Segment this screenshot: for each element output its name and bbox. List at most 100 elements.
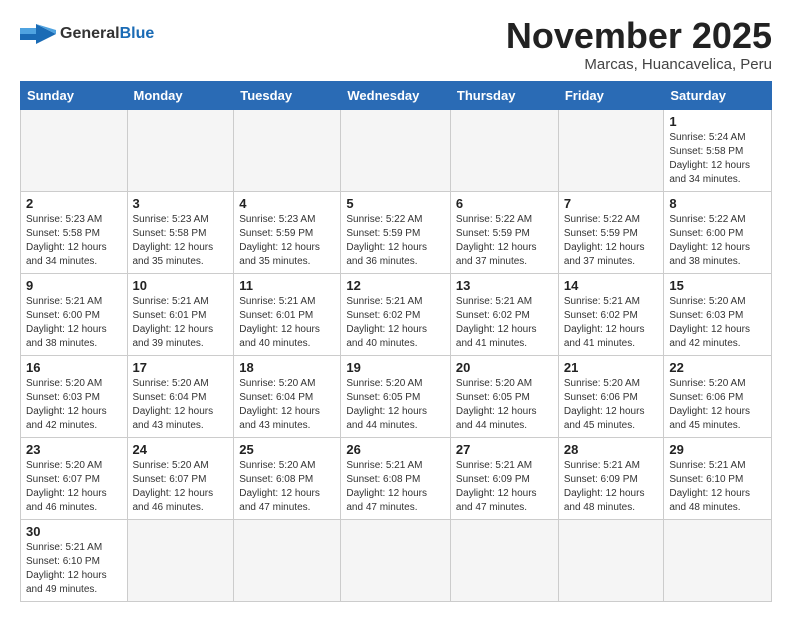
month-title: November 2025 [506, 16, 772, 56]
day-info: Sunrise: 5:21 AM Sunset: 6:10 PM Dayligh… [26, 541, 122, 597]
header: GeneralBlue November 2025 Marcas, Huanca… [20, 16, 772, 73]
col-thursday: Thursday [450, 81, 558, 109]
day-number: 3 [133, 196, 229, 211]
table-row: 17 Sunrise: 5:20 AM Sunset: 6:04 PM Dayli… [127, 355, 234, 437]
table-row [127, 109, 234, 191]
day-info: Sunrise: 5:20 AM Sunset: 6:05 PM Dayligh… [456, 377, 553, 433]
day-number: 4 [239, 196, 335, 211]
day-info: Sunrise: 5:20 AM Sunset: 6:07 PM Dayligh… [133, 459, 229, 515]
day-number: 2 [26, 196, 122, 211]
table-row: 11 Sunrise: 5:21 AM Sunset: 6:01 PM Dayli… [234, 273, 341, 355]
col-tuesday: Tuesday [234, 81, 341, 109]
table-row: 26 Sunrise: 5:21 AM Sunset: 6:08 PM Dayli… [341, 437, 451, 519]
table-row: 23 Sunrise: 5:20 AM Sunset: 6:07 PM Dayli… [21, 437, 128, 519]
day-number: 12 [346, 278, 445, 293]
day-number: 26 [346, 442, 445, 457]
day-info: Sunrise: 5:21 AM Sunset: 6:00 PM Dayligh… [26, 295, 122, 351]
table-row: 8Sunrise: 5:22 AM Sunset: 6:00 PM Daylig… [664, 191, 772, 273]
day-number: 28 [564, 442, 659, 457]
day-number: 18 [239, 360, 335, 375]
day-number: 15 [669, 278, 766, 293]
table-row [234, 519, 341, 601]
day-number: 7 [564, 196, 659, 211]
logo-blue: Blue [120, 25, 155, 42]
day-number: 10 [133, 278, 229, 293]
table-row: 3 Sunrise: 5:23 AM Sunset: 5:58 PM Daylig… [127, 191, 234, 273]
table-row: 21 Sunrise: 5:20 AM Sunset: 6:06 PM Dayli… [558, 355, 664, 437]
day-info: Sunrise: 5:20 AM Sunset: 6:08 PM Dayligh… [239, 459, 335, 515]
table-row: 5 Sunrise: 5:22 AM Sunset: 5:59 PM Daylig… [341, 191, 451, 273]
day-info: Sunrise: 5:20 AM Sunset: 6:04 PM Dayligh… [239, 377, 335, 433]
day-info: Sunrise: 5:22 AM Sunset: 5:59 PM Dayligh… [564, 213, 659, 269]
day-info: Sunrise: 5:21 AM Sunset: 6:09 PM Dayligh… [456, 459, 553, 515]
col-saturday: Saturday [664, 81, 772, 109]
table-row: 19 Sunrise: 5:20 AM Sunset: 6:05 PM Dayli… [341, 355, 451, 437]
day-number: 29 [669, 442, 766, 457]
table-row: 10 Sunrise: 5:21 AM Sunset: 6:01 PM Dayli… [127, 273, 234, 355]
day-info: Sunrise: 5:22 AM Sunset: 6:00 PM Dayligh… [669, 213, 766, 269]
day-number: 11 [239, 278, 335, 293]
logo-general: General [60, 25, 120, 42]
day-number: 14 [564, 278, 659, 293]
day-info: Sunrise: 5:20 AM Sunset: 6:04 PM Dayligh… [133, 377, 229, 433]
logo: GeneralBlue [20, 20, 154, 48]
col-sunday: Sunday [21, 81, 128, 109]
calendar-week-5: 30Sunrise: 5:21 AM Sunset: 6:10 PM Dayli… [21, 519, 772, 601]
day-info: Sunrise: 5:21 AM Sunset: 6:01 PM Dayligh… [239, 295, 335, 351]
day-info: Sunrise: 5:20 AM Sunset: 6:05 PM Dayligh… [346, 377, 445, 433]
table-row: 14Sunrise: 5:21 AM Sunset: 6:02 PM Dayli… [558, 273, 664, 355]
day-info: Sunrise: 5:21 AM Sunset: 6:08 PM Dayligh… [346, 459, 445, 515]
table-row: 28 Sunrise: 5:21 AM Sunset: 6:09 PM Dayli… [558, 437, 664, 519]
day-info: Sunrise: 5:22 AM Sunset: 5:59 PM Dayligh… [346, 213, 445, 269]
day-info: Sunrise: 5:20 AM Sunset: 6:03 PM Dayligh… [669, 295, 766, 351]
table-row [450, 109, 558, 191]
day-info: Sunrise: 5:20 AM Sunset: 6:06 PM Dayligh… [564, 377, 659, 433]
day-info: Sunrise: 5:20 AM Sunset: 6:07 PM Dayligh… [26, 459, 122, 515]
day-number: 17 [133, 360, 229, 375]
col-monday: Monday [127, 81, 234, 109]
day-info: Sunrise: 5:20 AM Sunset: 6:03 PM Dayligh… [26, 377, 122, 433]
calendar-week-3: 16 Sunrise: 5:20 AM Sunset: 6:03 PM Dayli… [21, 355, 772, 437]
calendar-week-2: 9 Sunrise: 5:21 AM Sunset: 6:00 PM Daylig… [21, 273, 772, 355]
table-row: 20 Sunrise: 5:20 AM Sunset: 6:05 PM Dayli… [450, 355, 558, 437]
table-row [558, 109, 664, 191]
table-row [558, 519, 664, 601]
day-info: Sunrise: 5:20 AM Sunset: 6:06 PM Dayligh… [669, 377, 766, 433]
day-info: Sunrise: 5:23 AM Sunset: 5:59 PM Dayligh… [239, 213, 335, 269]
table-row [21, 109, 128, 191]
day-number: 19 [346, 360, 445, 375]
day-number: 16 [26, 360, 122, 375]
table-row [341, 519, 451, 601]
day-info: Sunrise: 5:22 AM Sunset: 5:59 PM Dayligh… [456, 213, 553, 269]
table-row: 6Sunrise: 5:22 AM Sunset: 5:59 PM Daylig… [450, 191, 558, 273]
day-number: 20 [456, 360, 553, 375]
day-number: 9 [26, 278, 122, 293]
table-row: 15 Sunrise: 5:20 AM Sunset: 6:03 PM Dayli… [664, 273, 772, 355]
day-number: 22 [669, 360, 766, 375]
day-info: Sunrise: 5:21 AM Sunset: 6:02 PM Dayligh… [456, 295, 553, 351]
day-number: 23 [26, 442, 122, 457]
day-info: Sunrise: 5:21 AM Sunset: 6:02 PM Dayligh… [346, 295, 445, 351]
day-number: 5 [346, 196, 445, 211]
col-friday: Friday [558, 81, 664, 109]
table-row: 12 Sunrise: 5:21 AM Sunset: 6:02 PM Dayli… [341, 273, 451, 355]
table-row: 16 Sunrise: 5:20 AM Sunset: 6:03 PM Dayli… [21, 355, 128, 437]
col-wednesday: Wednesday [341, 81, 451, 109]
table-row [664, 519, 772, 601]
table-row [341, 109, 451, 191]
calendar-table: Sunday Monday Tuesday Wednesday Thursday… [20, 81, 772, 602]
calendar-header-row: Sunday Monday Tuesday Wednesday Thursday… [21, 81, 772, 109]
day-info: Sunrise: 5:21 AM Sunset: 6:09 PM Dayligh… [564, 459, 659, 515]
table-row: 25Sunrise: 5:20 AM Sunset: 6:08 PM Dayli… [234, 437, 341, 519]
table-row: 13Sunrise: 5:21 AM Sunset: 6:02 PM Dayli… [450, 273, 558, 355]
day-number: 21 [564, 360, 659, 375]
logo-text: GeneralBlue [60, 25, 154, 43]
table-row: 2Sunrise: 5:23 AM Sunset: 5:58 PM Daylig… [21, 191, 128, 273]
day-info: Sunrise: 5:23 AM Sunset: 5:58 PM Dayligh… [133, 213, 229, 269]
table-row: 24 Sunrise: 5:20 AM Sunset: 6:07 PM Dayli… [127, 437, 234, 519]
calendar-week-4: 23 Sunrise: 5:20 AM Sunset: 6:07 PM Dayli… [21, 437, 772, 519]
day-number: 1 [669, 114, 766, 129]
day-info: Sunrise: 5:21 AM Sunset: 6:01 PM Dayligh… [133, 295, 229, 351]
day-number: 27 [456, 442, 553, 457]
day-number: 24 [133, 442, 229, 457]
